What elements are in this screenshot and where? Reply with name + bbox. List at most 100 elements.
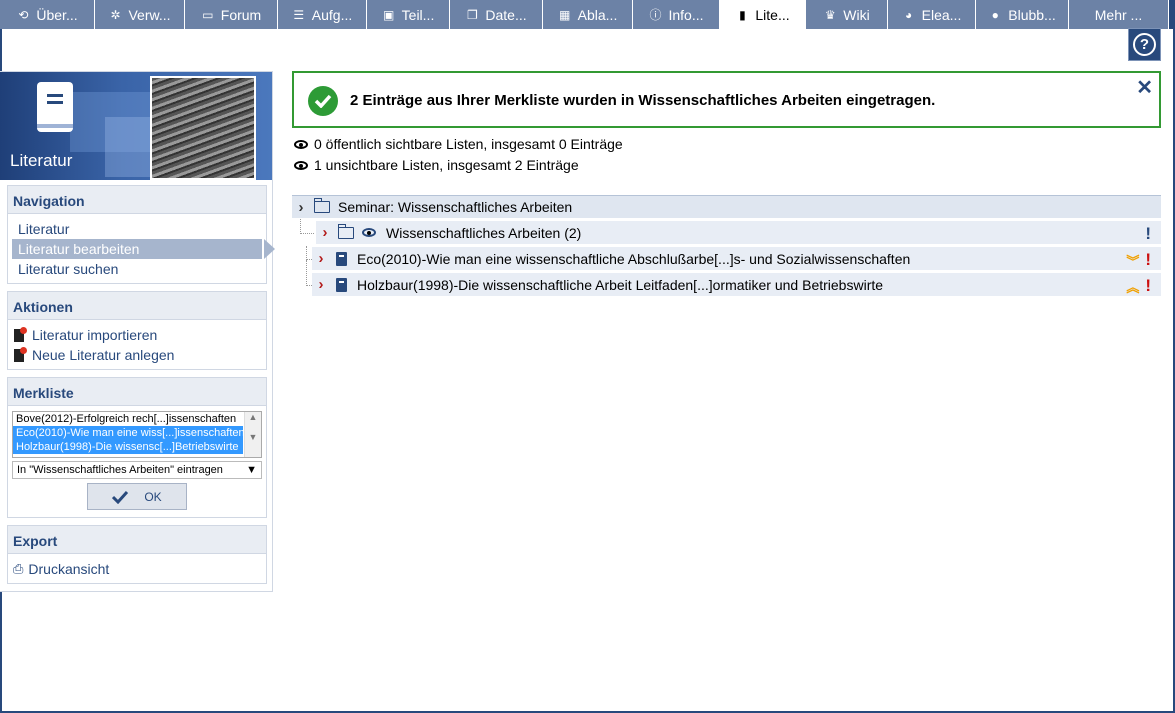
ok-button[interactable]: OK — [87, 483, 187, 510]
tab-label: Blubb... — [1008, 6, 1056, 23]
tree-connector — [300, 219, 314, 234]
tab-bar: ⟲ Über... ✲ Verw... ▭ Forum ☰ Aufg... ▣ Teil... ❐ D… — [0, 0, 1175, 29]
nav-item-literatur[interactable]: Literatur — [8, 219, 266, 239]
tab-label: Mehr ... — [1094, 6, 1143, 23]
move-up-icon[interactable]: ︽ — [1126, 277, 1139, 296]
tab-label: Aufg... — [311, 6, 353, 23]
info-icon: ⓘ — [649, 8, 662, 22]
sidebar: Literatur Navigation Literatur Literatur… — [0, 71, 275, 592]
tab-label: Verw... — [128, 6, 171, 23]
nav-item-literatur-suchen[interactable]: Literatur suchen — [8, 259, 266, 279]
new-literature-link[interactable]: Neue Literatur anlegen — [8, 345, 266, 365]
tree-list-row[interactable]: › Wissenschaftliches Arbeiten (2) ! — [316, 221, 1161, 245]
public-lists-info: 0 öffentlich sichtbare Listen, insgesamt… — [294, 136, 623, 152]
chevron-down-icon: ▼ — [246, 464, 257, 476]
book-icon: ▮ — [739, 7, 746, 22]
actions-heading: Aktionen — [8, 292, 266, 320]
wiki-icon: ♛ — [824, 7, 836, 22]
book-icon — [37, 82, 73, 132]
tab-3[interactable]: ☰ Aufg... — [278, 0, 367, 29]
hidden-lists-info: 1 unsichtbare Listen, insgesamt 2 Einträ… — [294, 157, 579, 173]
export-box: Export ⎙ Druckansicht — [7, 525, 267, 584]
success-message-text: 2 Einträge aus Ihrer Merkliste wurden in… — [350, 92, 936, 109]
exclamation-icon: ! — [1145, 276, 1151, 295]
sidebar-title: Literatur — [10, 151, 73, 170]
tab-7[interactable]: ⓘ Info... — [633, 0, 720, 29]
print-view-link[interactable]: ⎙ Druckansicht — [8, 559, 266, 579]
merkliste-option[interactable]: Holzbaur(1998)-Die wissensc[...]Betriebs… — [13, 440, 243, 454]
overview-icon: ⟲ — [18, 7, 29, 22]
check-icon — [112, 490, 129, 504]
tab-10[interactable]: ◕ Elea... — [888, 0, 976, 29]
merkliste-listbox[interactable]: Bove(2012)-Erfolgreich rech[...]issensch… — [12, 411, 262, 458]
tab-6[interactable]: ▦ Abla... — [543, 0, 633, 29]
elearning-icon: ◕ — [905, 7, 913, 22]
forum-icon: ▭ — [202, 7, 214, 22]
tab-8[interactable]: ▮ Lite... — [720, 0, 806, 29]
gears-icon: ✲ — [110, 7, 121, 22]
chevron-right-icon[interactable]: › — [312, 276, 330, 293]
sidebar-header: Literatur — [0, 72, 272, 180]
tree-entry-label: Eco(2010)-Wie man eine wissenschaftliche… — [357, 250, 911, 267]
tab-1[interactable]: ✲ Verw... — [95, 0, 185, 29]
tab-label: Abla... — [577, 6, 618, 23]
tab-label: Über... — [36, 6, 78, 23]
success-message: 2 Einträge aus Ihrer Merkliste wurden in… — [292, 71, 1161, 128]
tab-9[interactable]: ♛ Wiki — [806, 0, 888, 29]
tab-12[interactable]: Mehr ... — [1069, 0, 1169, 29]
folder-icon — [338, 223, 354, 239]
tab-label: Teil... — [401, 6, 435, 23]
tab-label: Wiki — [843, 6, 870, 23]
ok-label: OK — [144, 489, 162, 504]
merkliste-action-select[interactable]: In "Wissenschaftliches Arbeiten" eintrag… — [12, 461, 262, 479]
chevron-right-icon[interactable]: › — [292, 199, 310, 216]
merkliste-option[interactable]: Eco(2010)-Wie man eine wiss[...]issensch… — [13, 426, 243, 440]
tab-label: Date... — [485, 6, 527, 23]
add-book-icon — [13, 347, 27, 363]
success-check-icon — [308, 86, 338, 116]
tab-5[interactable]: ❐ Date... — [450, 0, 543, 29]
tab-label: Forum — [220, 6, 262, 23]
chevron-right-icon[interactable]: › — [316, 224, 334, 241]
merkliste-option[interactable]: Bove(2012)-Erfolgreich rech[...]issensch… — [13, 412, 243, 426]
tree-entry-row[interactable]: › Holzbaur(1998)-Die wissenschaftliche A… — [312, 273, 1161, 297]
help-icon: ? — [1133, 33, 1156, 56]
import-literature-link[interactable]: Literatur importieren — [8, 325, 266, 345]
files-icon: ❐ — [466, 7, 478, 22]
tree-root-row[interactable]: › Seminar: Wissenschaftliches Arbeiten — [292, 195, 1161, 219]
eye-icon — [294, 139, 308, 149]
navigation-box: Navigation Literatur Literatur bearbeite… — [7, 185, 275, 284]
blubber-icon: ● — [991, 7, 999, 22]
lecture-hall-photo — [150, 76, 256, 180]
tasks-icon: ☰ — [293, 7, 305, 22]
entry-actions: ︽ ! — [1126, 276, 1151, 296]
tree-list-label: Wissenschaftliches Arbeiten (2) — [386, 224, 582, 241]
schedule-icon: ▦ — [558, 7, 571, 22]
tab-2[interactable]: ▭ Forum — [185, 0, 278, 29]
public-lists-text: 0 öffentlich sichtbare Listen, insgesamt… — [314, 136, 623, 152]
tab-11[interactable]: ● Blubb... — [976, 0, 1069, 29]
import-literature-label: Literatur importieren — [32, 327, 158, 343]
entry-actions: ︾ ! — [1126, 250, 1151, 270]
help-button[interactable]: ? — [1128, 28, 1161, 61]
tree-root-label: Seminar: Wissenschaftliches Arbeiten — [338, 199, 573, 215]
move-down-icon[interactable]: ︾ — [1126, 251, 1139, 270]
tree-entry-row[interactable]: › Eco(2010)-Wie man eine wissenschaftlic… — [312, 247, 1161, 271]
merkliste-heading: Merkliste — [8, 378, 266, 406]
tab-label: Info... — [668, 6, 704, 23]
import-icon — [13, 327, 27, 343]
exclamation-icon: ! — [1145, 224, 1151, 243]
close-icon[interactable]: ✕ — [1136, 75, 1153, 100]
folder-icon — [314, 198, 330, 213]
tab-4[interactable]: ▣ Teil... — [367, 0, 450, 29]
chevron-right-icon[interactable]: › — [312, 250, 330, 267]
list-status: ! — [1145, 224, 1151, 244]
nav-item-literatur-bearbeiten[interactable]: Literatur bearbeiten — [12, 239, 275, 259]
eye-icon — [362, 228, 376, 237]
tab-0[interactable]: ⟲ Über... — [0, 0, 95, 29]
tree-entry-label: Holzbaur(1998)-Die wissenschaftliche Arb… — [357, 276, 884, 293]
merkliste-box: Merkliste Bove(2012)-Erfolgreich rech[..… — [7, 377, 267, 518]
export-heading: Export — [8, 526, 266, 554]
listbox-scrollbar[interactable]: ▲ ▼ — [244, 412, 261, 457]
actions-box: Aktionen Literatur importieren Neue Lite… — [7, 291, 267, 370]
